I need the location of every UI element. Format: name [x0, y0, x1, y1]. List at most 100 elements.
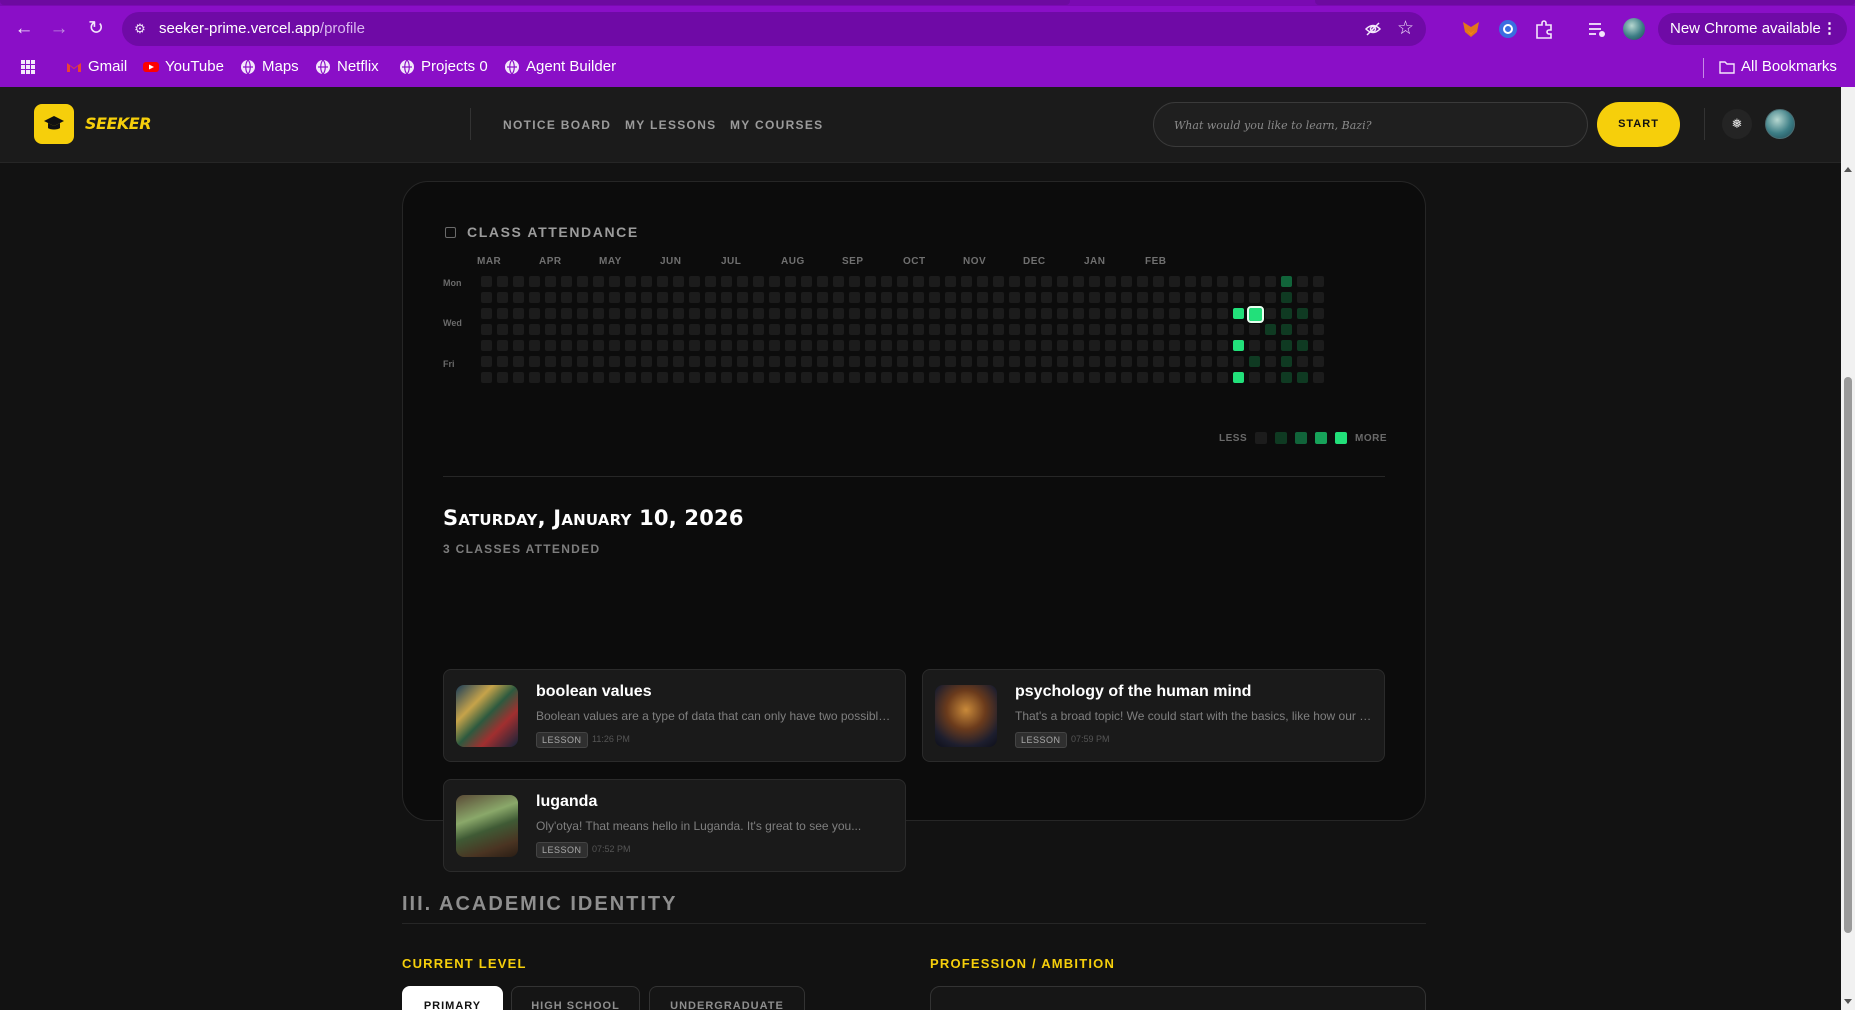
- attendance-day-cell[interactable]: [1265, 372, 1276, 383]
- attendance-day-cell[interactable]: [1041, 276, 1052, 287]
- attendance-day-cell[interactable]: [1009, 292, 1020, 303]
- lesson-card[interactable]: boolean values Boolean values are a type…: [443, 669, 906, 762]
- attendance-day-cell[interactable]: [1057, 356, 1068, 367]
- attendance-day-cell[interactable]: [1105, 276, 1116, 287]
- attendance-day-cell[interactable]: [1313, 276, 1324, 287]
- attendance-day-cell[interactable]: [897, 276, 908, 287]
- attendance-day-cell[interactable]: [545, 292, 556, 303]
- attendance-day-cell[interactable]: [833, 308, 844, 319]
- attendance-day-cell[interactable]: [1313, 324, 1324, 335]
- attendance-day-cell[interactable]: [529, 340, 540, 351]
- attendance-day-cell[interactable]: [1185, 340, 1196, 351]
- attendance-day-cell[interactable]: [849, 340, 860, 351]
- attendance-day-cell[interactable]: [1201, 324, 1212, 335]
- attendance-day-cell[interactable]: [737, 308, 748, 319]
- attendance-day-cell[interactable]: [625, 372, 636, 383]
- attendance-day-cell[interactable]: [929, 356, 940, 367]
- attendance-day-cell[interactable]: [977, 372, 988, 383]
- attendance-day-cell[interactable]: [913, 276, 924, 287]
- attendance-day-cell[interactable]: [1025, 372, 1036, 383]
- attendance-day-cell[interactable]: [1249, 356, 1260, 367]
- attendance-day-cell[interactable]: [673, 356, 684, 367]
- attendance-day-cell[interactable]: [705, 276, 716, 287]
- bookmark-agent-builder[interactable]: Agent Builder: [504, 56, 616, 78]
- attendance-day-cell[interactable]: [1153, 308, 1164, 319]
- attendance-day-cell[interactable]: [721, 372, 732, 383]
- attendance-day-cell[interactable]: [641, 276, 652, 287]
- attendance-day-cell[interactable]: [1201, 276, 1212, 287]
- attendance-day-cell[interactable]: [929, 372, 940, 383]
- attendance-day-cell[interactable]: [641, 324, 652, 335]
- attendance-day-cell[interactable]: [913, 372, 924, 383]
- attendance-day-cell[interactable]: [1265, 356, 1276, 367]
- attendance-day-cell[interactable]: [1137, 356, 1148, 367]
- attendance-day-cell[interactable]: [849, 372, 860, 383]
- attendance-day-cell[interactable]: [881, 324, 892, 335]
- attendance-day-cell[interactable]: [1025, 276, 1036, 287]
- attendance-day-cell[interactable]: [1121, 276, 1132, 287]
- attendance-day-cell[interactable]: [785, 276, 796, 287]
- attendance-day-cell[interactable]: [593, 276, 604, 287]
- attendance-day-cell[interactable]: [1041, 292, 1052, 303]
- attendance-day-cell[interactable]: [1247, 306, 1264, 323]
- attendance-day-cell[interactable]: [1041, 372, 1052, 383]
- chrome-update-button[interactable]: New Chrome available ⋮: [1658, 13, 1847, 45]
- attendance-day-cell[interactable]: [481, 356, 492, 367]
- attendance-day-cell[interactable]: [1185, 308, 1196, 319]
- attendance-day-cell[interactable]: [769, 276, 780, 287]
- attendance-day-cell[interactable]: [721, 324, 732, 335]
- attendance-day-cell[interactable]: [689, 356, 700, 367]
- attendance-day-cell[interactable]: [993, 276, 1004, 287]
- attendance-day-cell[interactable]: [929, 276, 940, 287]
- attendance-day-cell[interactable]: [801, 340, 812, 351]
- attendance-day-cell[interactable]: [513, 324, 524, 335]
- attendance-day-cell[interactable]: [1185, 324, 1196, 335]
- attendance-day-cell[interactable]: [1217, 292, 1228, 303]
- attendance-day-cell[interactable]: [593, 308, 604, 319]
- attendance-day-cell[interactable]: [929, 324, 940, 335]
- attendance-day-cell[interactable]: [561, 324, 572, 335]
- attendance-day-cell[interactable]: [1169, 372, 1180, 383]
- attendance-day-cell[interactable]: [545, 372, 556, 383]
- attendance-day-cell[interactable]: [993, 372, 1004, 383]
- attendance-day-cell[interactable]: [1073, 372, 1084, 383]
- attendance-day-cell[interactable]: [1169, 276, 1180, 287]
- attendance-day-cell[interactable]: [753, 292, 764, 303]
- attendance-day-cell[interactable]: [1105, 372, 1116, 383]
- attendance-day-cell[interactable]: [657, 276, 668, 287]
- attendance-day-cell[interactable]: [1105, 356, 1116, 367]
- attendance-day-cell[interactable]: [481, 340, 492, 351]
- attendance-day-cell[interactable]: [609, 324, 620, 335]
- attendance-day-cell[interactable]: [897, 292, 908, 303]
- attendance-day-cell[interactable]: [641, 340, 652, 351]
- attendance-day-cell[interactable]: [1233, 356, 1244, 367]
- attendance-day-cell[interactable]: [961, 340, 972, 351]
- attendance-day-cell[interactable]: [641, 372, 652, 383]
- attendance-day-cell[interactable]: [737, 292, 748, 303]
- attendance-day-cell[interactable]: [865, 372, 876, 383]
- attendance-day-cell[interactable]: [1009, 324, 1020, 335]
- apps-grid-icon[interactable]: [20, 56, 40, 78]
- attendance-day-cell[interactable]: [1265, 292, 1276, 303]
- attendance-day-cell[interactable]: [929, 308, 940, 319]
- attendance-day-cell[interactable]: [1169, 324, 1180, 335]
- attendance-day-cell[interactable]: [641, 292, 652, 303]
- attendance-day-cell[interactable]: [1185, 292, 1196, 303]
- attendance-day-cell[interactable]: [881, 356, 892, 367]
- attendance-day-cell[interactable]: [753, 340, 764, 351]
- attendance-day-cell[interactable]: [1041, 340, 1052, 351]
- attendance-day-cell[interactable]: [1089, 356, 1100, 367]
- attendance-day-cell[interactable]: [881, 372, 892, 383]
- attendance-day-cell[interactable]: [1185, 276, 1196, 287]
- attendance-day-cell[interactable]: [721, 292, 732, 303]
- attendance-day-cell[interactable]: [1233, 340, 1244, 351]
- attendance-day-cell[interactable]: [1281, 340, 1292, 351]
- attendance-day-cell[interactable]: [1089, 308, 1100, 319]
- attendance-day-cell[interactable]: [961, 276, 972, 287]
- attendance-day-cell[interactable]: [673, 372, 684, 383]
- attendance-day-cell[interactable]: [945, 308, 956, 319]
- attendance-day-cell[interactable]: [481, 324, 492, 335]
- tab[interactable]: [0, 0, 1070, 5]
- attendance-day-cell[interactable]: [689, 324, 700, 335]
- attendance-day-cell[interactable]: [897, 372, 908, 383]
